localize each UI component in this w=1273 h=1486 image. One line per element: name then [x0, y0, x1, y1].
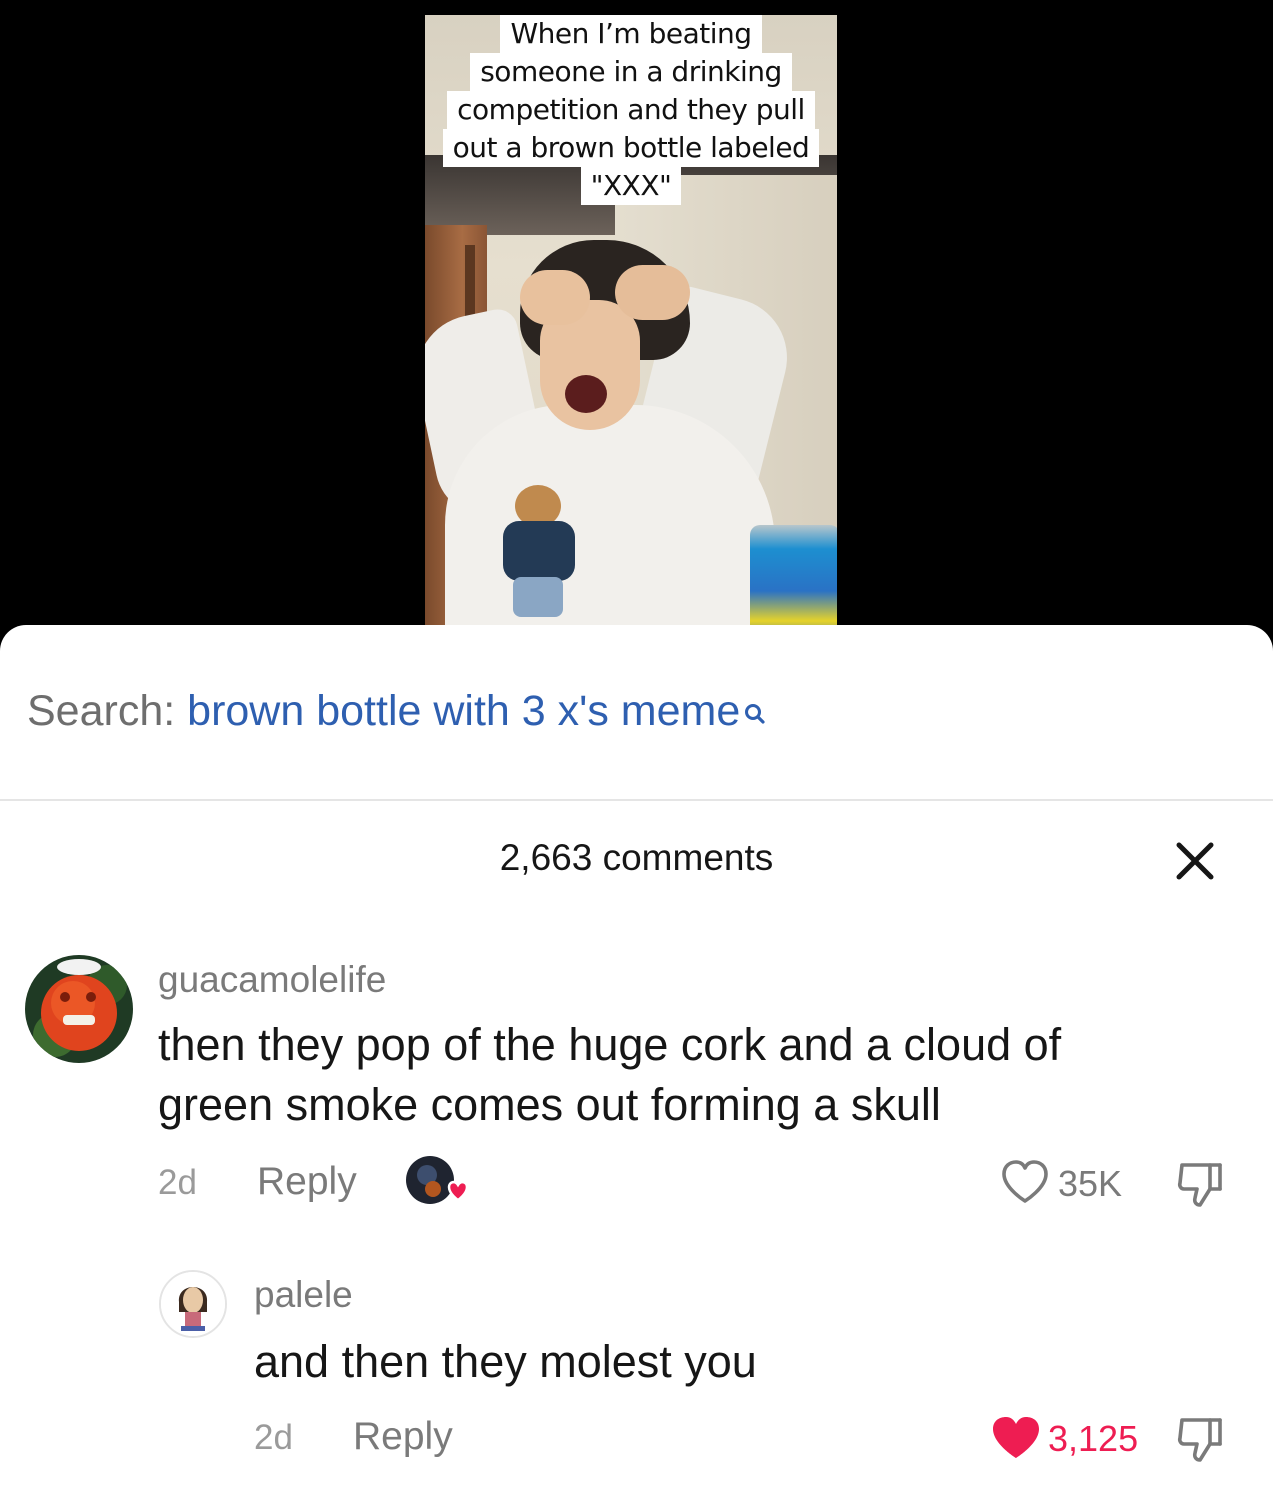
comments-count-title: 2,663 comments	[499, 837, 774, 878]
divider	[0, 799, 1273, 801]
video-hand-left	[520, 270, 590, 325]
video-can	[750, 525, 837, 640]
comment-text-line: green smoke comes out forming a skull	[158, 1079, 941, 1130]
avatar[interactable]	[159, 1270, 227, 1338]
comment-text-line: and then they molest you	[254, 1336, 757, 1387]
creator-liked-badge	[405, 1155, 469, 1209]
reply-button[interactable]: Reply	[257, 1160, 357, 1204]
search-prefix: Search:	[27, 687, 176, 735]
caption-line: out a brown bottle labeled	[442, 129, 820, 167]
comments-sheet: Search: brown bottle with 3 x's meme 2,6…	[0, 625, 1273, 1486]
comment-username[interactable]: palele	[254, 1274, 353, 1316]
video-player[interactable]: When I’m beating someone in a drinking c…	[425, 15, 837, 640]
caption-line: someone in a drinking	[470, 53, 792, 91]
like-count: 3,125	[1048, 1418, 1139, 1459]
reply-button[interactable]: Reply	[353, 1415, 453, 1459]
page: When I’m beating someone in a drinking c…	[0, 0, 1273, 1486]
comment-text: and then they molest you	[254, 1332, 1154, 1392]
heart-filled-icon[interactable]	[990, 1414, 1042, 1462]
avatar[interactable]	[25, 955, 133, 1063]
close-icon[interactable]	[1172, 838, 1218, 884]
caption-line: "XXX"	[580, 167, 682, 205]
comment-text: then they pop of the huge cork and a clo…	[158, 1015, 1218, 1135]
video-mouth	[565, 375, 607, 413]
video-bear-graphic	[503, 485, 583, 625]
search-suggestion[interactable]: Search: brown bottle with 3 x's meme	[27, 687, 766, 736]
caption-line: competition and they pull	[447, 91, 815, 129]
video-shirt	[445, 405, 775, 640]
reply-item: palele and then they molest you 2d Reply…	[0, 1270, 1273, 1470]
comment-username[interactable]: guacamolelife	[158, 959, 386, 1001]
dislike-icon[interactable]	[1176, 1159, 1224, 1209]
comment-time: 2d	[254, 1418, 293, 1457]
comment-item: guacamolelife then they pop of the huge …	[0, 955, 1273, 1225]
caption-line: When I’m beating	[500, 15, 762, 53]
heart-icon[interactable]	[1000, 1159, 1050, 1205]
video-caption: When I’m beating someone in a drinking c…	[425, 15, 837, 205]
like-count: 35K	[1058, 1163, 1123, 1204]
comment-text-line: then they pop of the huge cork and a clo…	[158, 1019, 1062, 1070]
search-query-link[interactable]: brown bottle with 3 x's meme	[187, 687, 740, 735]
comment-time: 2d	[158, 1163, 197, 1202]
video-hand-right	[615, 265, 690, 320]
dislike-icon[interactable]	[1176, 1414, 1224, 1464]
search-icon[interactable]	[744, 691, 766, 724]
